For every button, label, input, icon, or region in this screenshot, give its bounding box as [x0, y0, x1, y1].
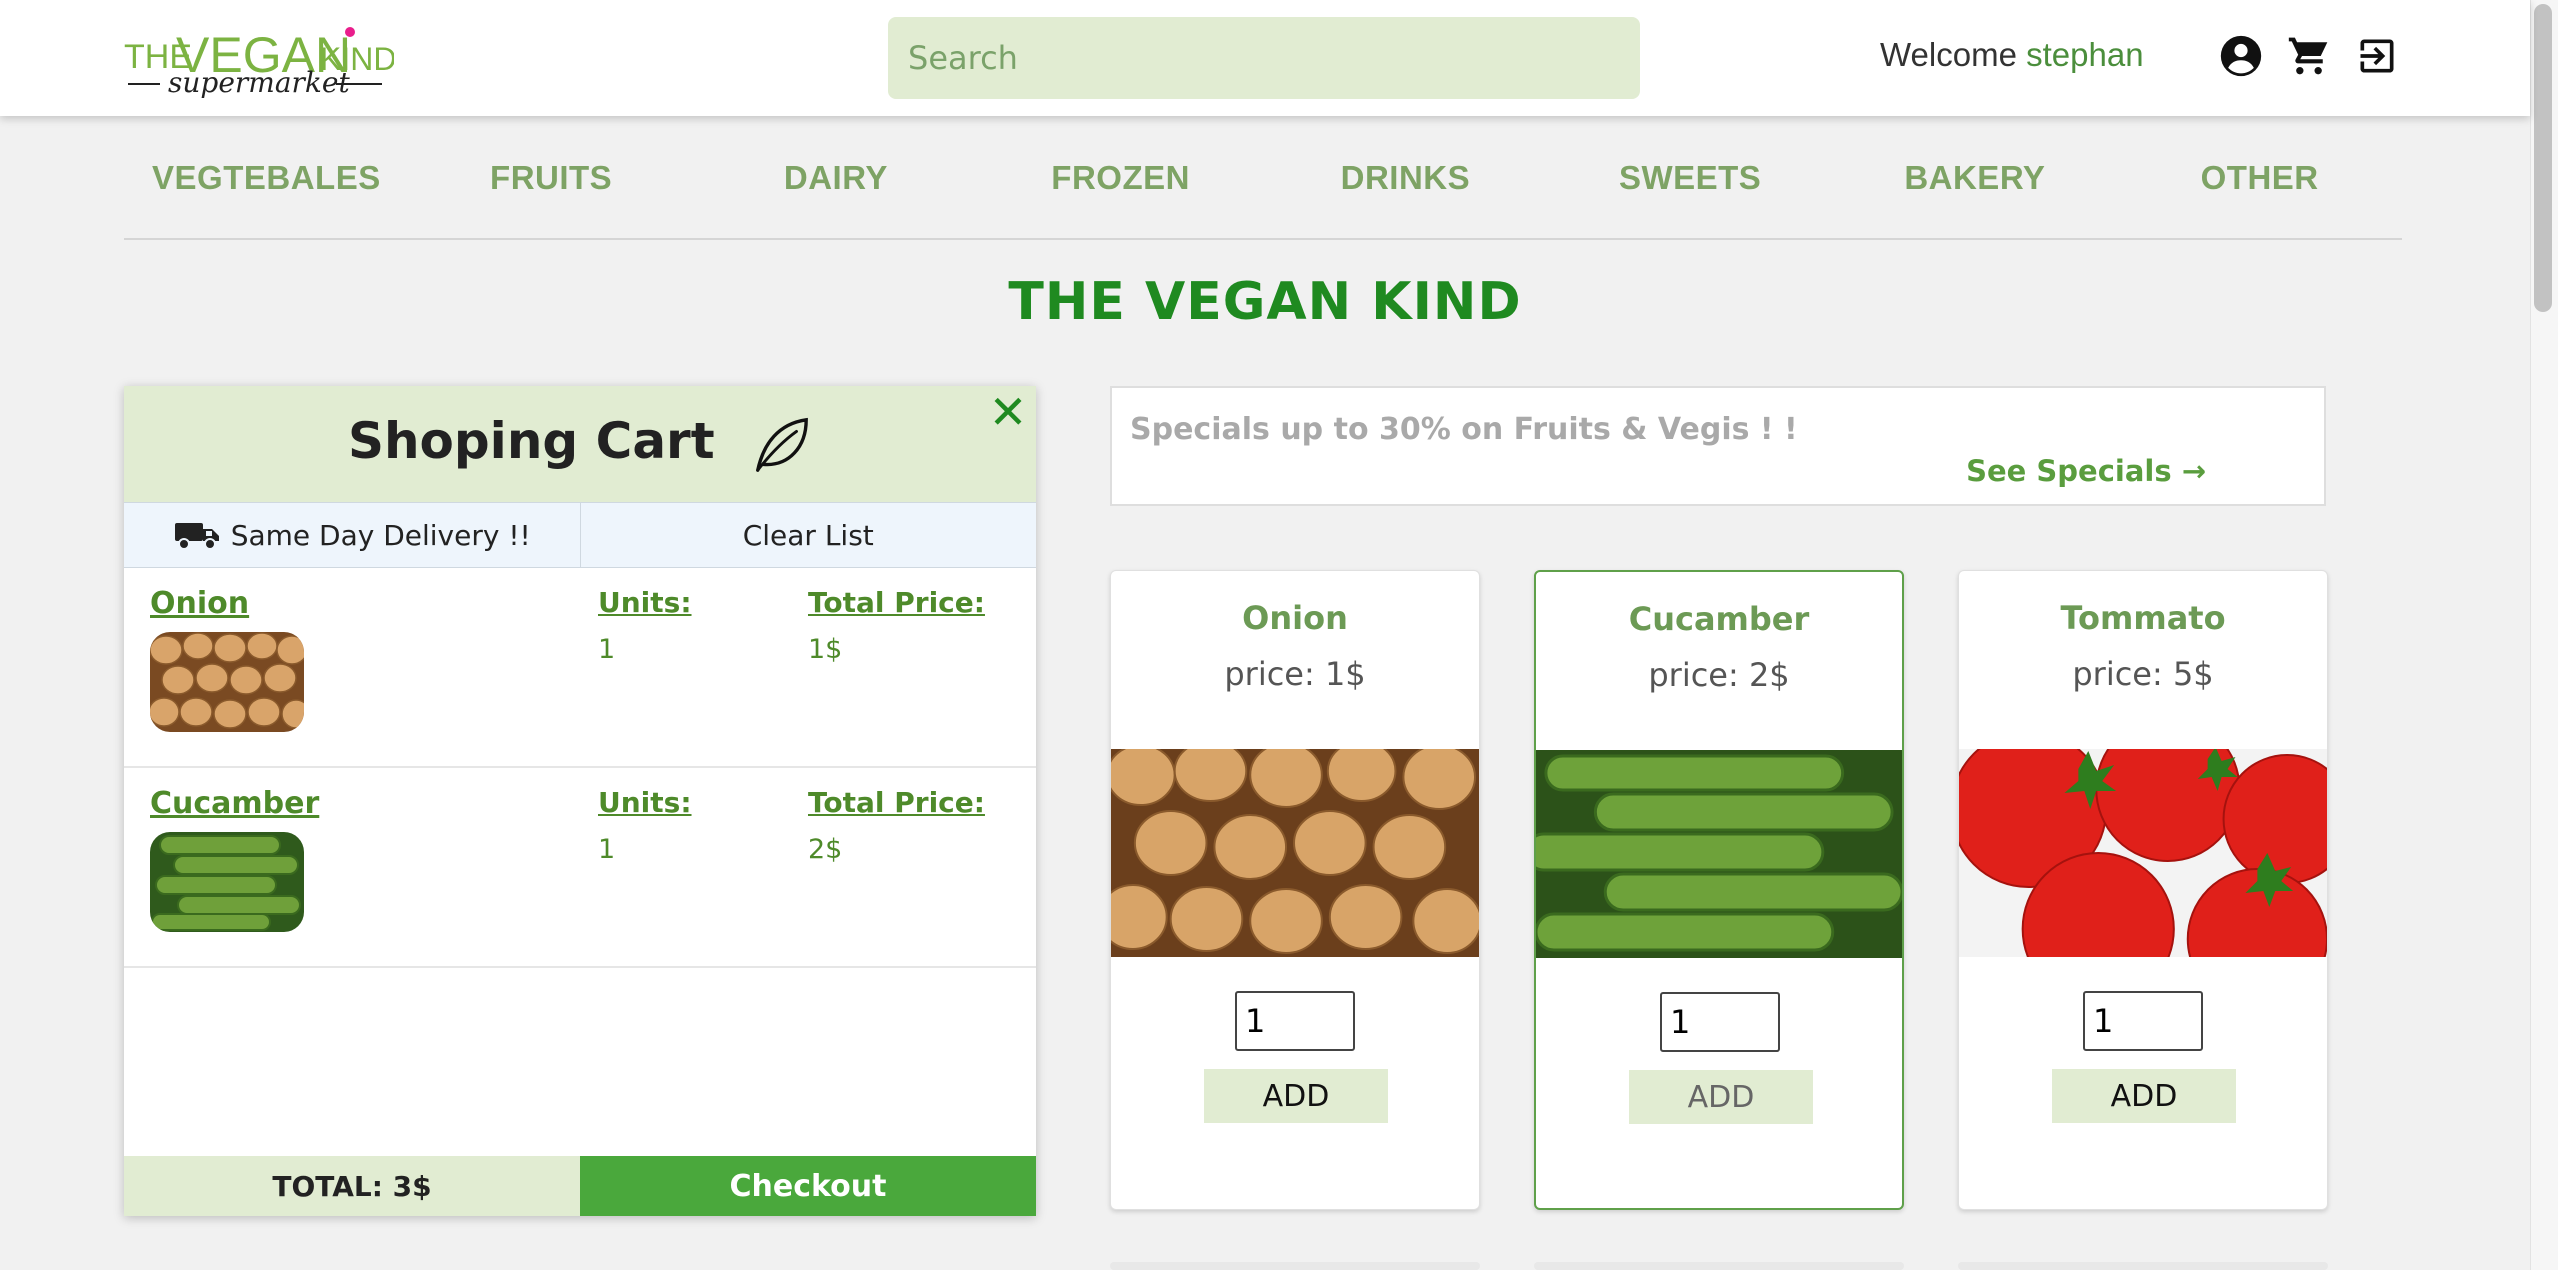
logout-icon[interactable]: [2355, 34, 2399, 78]
svg-text:supermarket: supermarket: [168, 66, 350, 99]
add-to-cart-button[interactable]: ADD: [2052, 1069, 2236, 1123]
clear-list-button[interactable]: Clear List: [581, 503, 1037, 567]
product-card: Cucamber price: 2$ ADD: [1534, 570, 1904, 1210]
vegan-kind-logo[interactable]: THE VEGAN KIND supermarket: [124, 20, 396, 112]
cart-total: TOTAL: 3$: [124, 1156, 580, 1216]
scrollbar-thumb[interactable]: [2534, 4, 2552, 312]
onion-image: [1111, 749, 1479, 957]
total-price-value: 2$: [808, 834, 843, 865]
specials-banner: Specials up to 30% on Fruits & Vegis ! !…: [1110, 386, 2326, 506]
category-nav: VEGTEBALES FRUITS DAIRY FROZEN DRINKS SW…: [124, 150, 2402, 240]
checkout-button[interactable]: Checkout: [580, 1156, 1036, 1216]
logo-graphic: THE VEGAN KIND supermarket: [124, 27, 396, 99]
units-label: Units:: [598, 786, 692, 819]
quantity-input[interactable]: [1660, 992, 1780, 1052]
welcome-label: Welcome: [1880, 36, 2017, 73]
nav-item-vegetables[interactable]: VEGTEBALES: [124, 150, 409, 238]
cart-item-row: Onion Units: 1 Total Price: 1$: [124, 568, 1036, 768]
onion-thumbnail: [150, 632, 304, 732]
cucumber-thumbnail: [150, 832, 304, 932]
username[interactable]: stephan: [2026, 36, 2143, 73]
nav-item-fruits[interactable]: FRUITS: [409, 150, 694, 238]
add-to-cart-button[interactable]: ADD: [1629, 1070, 1813, 1124]
total-price-value: 1$: [808, 634, 843, 665]
total-price-label: Total Price:: [808, 586, 985, 619]
next-row-card-edge: [1958, 1262, 2328, 1270]
search-input[interactable]: [888, 17, 1640, 99]
total-price-label: Total Price:: [808, 786, 985, 819]
shopping-cart-icon[interactable]: [2287, 34, 2331, 78]
nav-item-bakery[interactable]: BAKERY: [1833, 150, 2118, 238]
product-price: price: 1$: [1224, 655, 1366, 693]
nav-item-drinks[interactable]: DRINKS: [1263, 150, 1548, 238]
product-name: Tommato: [2060, 599, 2226, 637]
delivery-label: Same Day Delivery !!: [230, 518, 531, 552]
page-title: THE VEGAN KIND: [1008, 272, 1522, 332]
cart-toolbar: Same Day Delivery !! Clear List: [124, 502, 1036, 568]
nav-item-dairy[interactable]: DAIRY: [694, 150, 979, 238]
add-to-cart-button[interactable]: ADD: [1204, 1069, 1388, 1123]
tomato-image: [1959, 749, 2327, 957]
cart-item-name[interactable]: Onion: [150, 586, 249, 621]
next-row-card-edge: [1534, 1262, 1904, 1270]
close-icon[interactable]: ✕: [988, 389, 1028, 435]
cart-item-row: Cucamber Units: 1 Total Price: 2$: [124, 768, 1036, 968]
cart-title: Shoping Cart: [124, 412, 1036, 476]
leaf-icon: [750, 414, 812, 476]
product-card: Onion price: 1$ ADD: [1110, 570, 1480, 1210]
quantity-input[interactable]: [2083, 991, 2203, 1051]
product-price: price: 2$: [1648, 656, 1790, 694]
shopping-cart-panel: Shoping Cart ✕ Same Day Delivery !! Clea…: [124, 386, 1036, 1216]
product-name: Onion: [1242, 599, 1348, 637]
product-name: Cucamber: [1628, 600, 1810, 638]
nav-item-other[interactable]: OTHER: [2117, 150, 2402, 238]
product-card: Tommato price: 5$ ADD: [1958, 570, 2328, 1210]
nav-item-sweets[interactable]: SWEETS: [1548, 150, 1833, 238]
product-price: price: 5$: [2072, 655, 2214, 693]
units-value: 1: [598, 834, 616, 865]
delivery-info: Same Day Delivery !!: [124, 503, 581, 567]
units-label: Units:: [598, 586, 692, 619]
cart-footer: TOTAL: 3$ Checkout: [124, 1156, 1036, 1216]
next-row-card-edge: [1110, 1262, 1480, 1270]
top-header: THE VEGAN KIND supermarket Welcome steph…: [0, 0, 2530, 116]
nav-item-frozen[interactable]: FROZEN: [978, 150, 1263, 238]
cucumber-image: [1536, 750, 1902, 958]
quantity-input[interactable]: [1235, 991, 1355, 1051]
cart-title-text: Shoping Cart: [347, 412, 715, 470]
cart-item-name[interactable]: Cucamber: [150, 786, 319, 821]
welcome-text: Welcome stephan: [1880, 36, 2144, 74]
account-circle-icon[interactable]: [2219, 34, 2263, 78]
truck-icon: [174, 523, 219, 550]
units-value: 1: [598, 634, 616, 665]
specials-text: Specials up to 30% on Fruits & Vegis ! !: [1130, 412, 1798, 447]
see-specials-link[interactable]: See Specials →: [1966, 454, 2206, 488]
cart-header: Shoping Cart ✕: [124, 386, 1036, 502]
